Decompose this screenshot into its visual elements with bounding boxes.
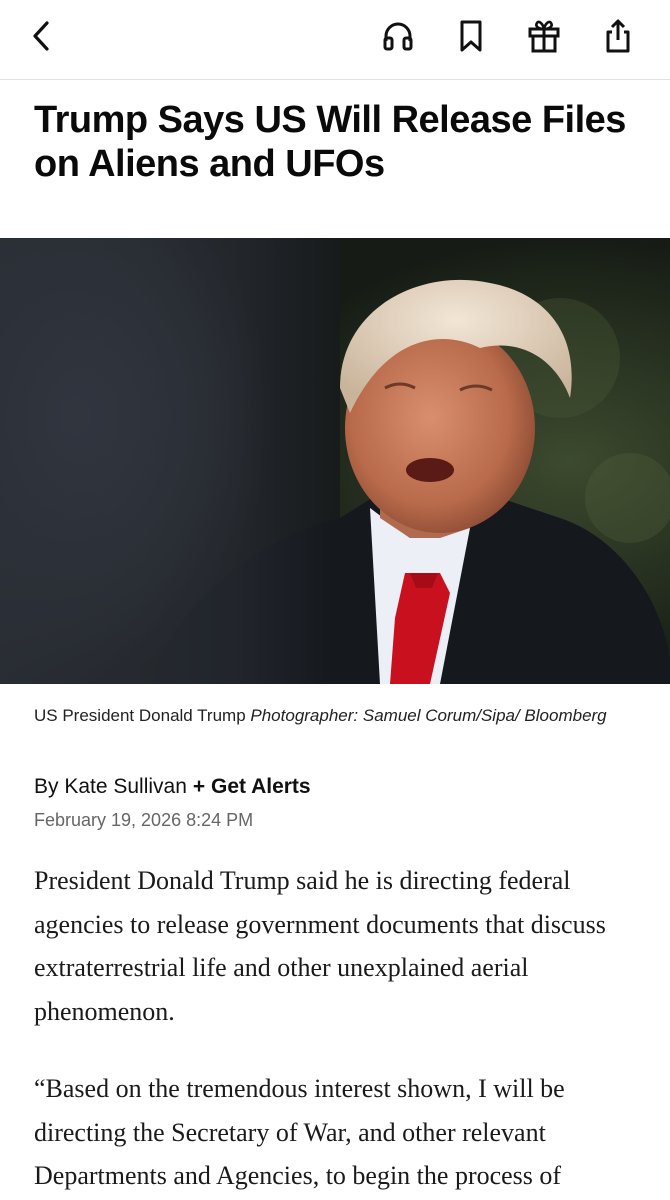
article-headline: Trump Says US Will Release Files on Alie… [34, 99, 626, 185]
photo-credit: Photographer: Samuel Corum/Sipa/ Bloombe… [250, 706, 607, 725]
get-alerts-button[interactable]: + Get Alerts [193, 775, 311, 798]
article-paragraph: “Based on the tremendous interest shown,… [34, 1074, 565, 1190]
listen-button[interactable] [376, 14, 420, 58]
share-icon [606, 19, 630, 53]
headphones-icon [383, 22, 413, 51]
back-button[interactable] [20, 14, 64, 58]
share-button[interactable] [596, 14, 640, 58]
bookmark-button[interactable] [449, 14, 493, 58]
top-toolbar [0, 0, 670, 80]
byline: By Kate Sullivan + Get Alerts [34, 773, 311, 801]
publish-date: February 19, 2026 8:24 PM [34, 810, 254, 830]
author-name[interactable]: By Kate Sullivan [34, 775, 187, 798]
chevron-left-icon [33, 21, 49, 51]
gift-icon [528, 20, 560, 53]
gift-button[interactable] [522, 14, 566, 58]
article-paragraph: President Donald Trump said he is direct… [34, 866, 606, 1026]
article-hero-image[interactable] [0, 238, 670, 684]
caption-text: US President Donald Trump [34, 706, 246, 725]
bookmark-icon [460, 20, 482, 52]
image-caption: US President Donald Trump Photographer: … [34, 704, 644, 728]
